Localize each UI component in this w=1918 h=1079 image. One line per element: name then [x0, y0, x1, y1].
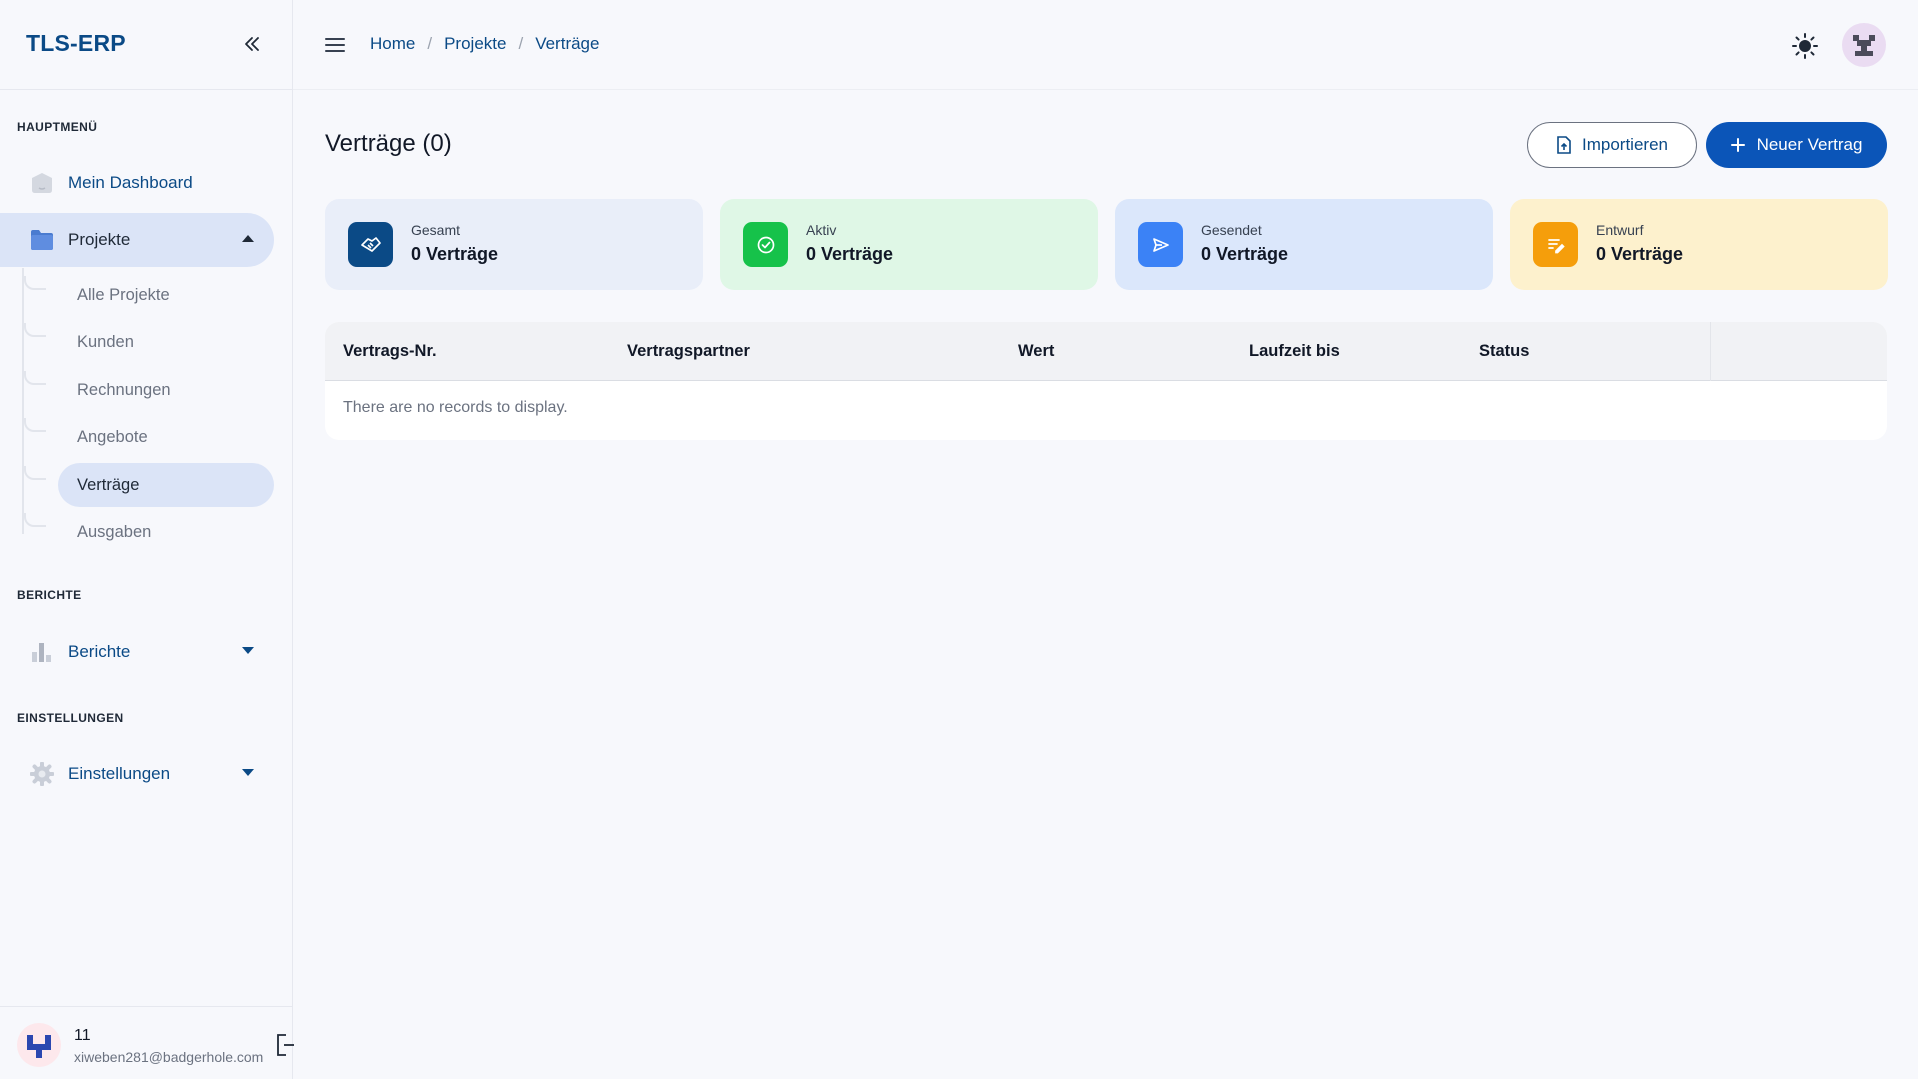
sidebar-subitem-alle-projekte[interactable]: Alle Projekte	[58, 273, 274, 317]
stat-card-entwurf: Entwurf 0 Verträge	[1510, 199, 1888, 290]
breadcrumb: Home / Projekte / Verträge	[370, 34, 599, 54]
sidebar-subitem-kunden[interactable]: Kunden	[58, 320, 274, 364]
contracts-table: Vertrags-Nr. Vertragspartner Wert Laufze…	[325, 322, 1887, 440]
folder-icon	[28, 226, 56, 254]
tree-line	[22, 268, 24, 534]
logout-button[interactable]	[276, 1033, 294, 1057]
avatar[interactable]	[17, 1023, 61, 1067]
plus-icon	[1730, 138, 1745, 152]
user-email: xiweben281@badgerhole.com	[74, 1049, 264, 1065]
section-title-einstellungen: EINSTELLUNGEN	[17, 711, 124, 725]
tree-branch	[24, 276, 46, 290]
stat-label: Gesendet	[1201, 222, 1262, 238]
stat-label: Aktiv	[806, 222, 837, 238]
stat-value: 0 Verträge	[806, 244, 894, 264]
check-circle-icon	[743, 222, 788, 267]
column-header-laufzeit-bis[interactable]: Laufzeit bis	[1249, 342, 1340, 361]
sidebar-item-dashboard[interactable]: Mein Dashboard	[0, 156, 274, 210]
chevron-down-icon	[242, 769, 254, 776]
table-header: Vertrags-Nr. Vertragspartner Wert Laufze…	[325, 322, 1887, 381]
avatar[interactable]	[1842, 23, 1886, 67]
sidebar-item-label: Einstellungen	[68, 764, 171, 783]
hamburger-icon	[325, 38, 345, 52]
logout-icon	[277, 1034, 294, 1056]
sidebar-item-label: Berichte	[68, 642, 131, 661]
sidebar-item-einstellungen[interactable]: Einstellungen	[0, 747, 274, 801]
tree-branch	[24, 418, 46, 432]
stat-value: 0 Verträge	[411, 244, 499, 264]
sidebar-item-berichte[interactable]: Berichte	[0, 625, 274, 679]
stat-value: 0 Verträge	[1596, 244, 1684, 264]
breadcrumb-home[interactable]: Home	[370, 34, 415, 54]
import-button-label: Importieren	[1582, 135, 1668, 154]
empty-table-message: There are no records to display.	[343, 399, 568, 416]
column-header-status[interactable]: Status	[1479, 342, 1529, 361]
sun-icon	[1792, 33, 1818, 59]
sidebar-header: TLS-ERP	[0, 0, 292, 90]
sidebar-subitem-vertraege[interactable]: Verträge	[58, 463, 274, 507]
home-icon	[28, 169, 56, 197]
section-title-berichte: BERICHTE	[17, 588, 82, 602]
file-upload-icon	[1557, 136, 1571, 154]
column-header-wert[interactable]: Wert	[1018, 342, 1054, 361]
tree-branch	[24, 323, 46, 337]
handshake-icon	[348, 222, 393, 267]
menu-button[interactable]	[323, 33, 347, 57]
tree-branch	[24, 466, 46, 480]
theme-toggle-button[interactable]	[1791, 32, 1819, 60]
sidebar-item-projekte[interactable]: Projekte	[0, 213, 274, 267]
bar-chart-icon	[28, 638, 56, 666]
breadcrumb-separator: /	[427, 34, 433, 53]
new-contract-button[interactable]: Neuer Vertrag	[1706, 122, 1887, 168]
stat-label: Entwurf	[1596, 222, 1644, 238]
sidebar-subitem-angebote[interactable]: Angebote	[58, 415, 274, 459]
user-name: 11	[74, 1027, 91, 1044]
column-divider	[1710, 322, 1711, 381]
column-header-vertrags-nr[interactable]: Vertrags-Nr.	[343, 342, 437, 361]
sidebar-subitem-ausgaben[interactable]: Ausgaben	[58, 510, 274, 554]
page-title: Verträge (0)	[325, 130, 452, 157]
sidebar-item-label: Mein Dashboard	[68, 173, 193, 192]
user-profile: 11 xiweben281@badgerhole.com	[0, 1006, 294, 1079]
tree-branch	[24, 371, 46, 385]
brand-logo[interactable]: TLS-ERP	[26, 30, 126, 57]
sidebar: TLS-ERP HAUPTMENÜ Mein Dashboard Projekt…	[0, 0, 294, 1079]
chevron-down-icon	[242, 647, 254, 654]
stat-value: 0 Verträge	[1201, 244, 1289, 264]
sidebar-item-label: Projekte	[68, 230, 131, 249]
chevron-up-icon	[242, 235, 254, 242]
gear-icon	[28, 760, 56, 788]
new-contract-button-label: Neuer Vertrag	[1756, 135, 1863, 154]
column-header-vertragspartner[interactable]: Vertragspartner	[627, 342, 750, 361]
double-chevron-left-icon	[245, 37, 259, 51]
section-title-hauptmenue: HAUPTMENÜ	[17, 120, 98, 134]
stat-label: Gesamt	[411, 222, 461, 238]
stat-card-gesendet: Gesendet 0 Verträge	[1115, 199, 1493, 290]
tree-branch	[24, 513, 46, 527]
stat-card-aktiv: Aktiv 0 Verträge	[720, 199, 1098, 290]
stat-card-gesamt: Gesamt 0 Verträge	[325, 199, 703, 290]
breadcrumb-projekte[interactable]: Projekte	[444, 34, 506, 54]
import-button[interactable]: Importieren	[1527, 122, 1697, 168]
sidebar-subitem-rechnungen[interactable]: Rechnungen	[58, 368, 274, 412]
edit-note-icon	[1533, 222, 1578, 267]
topbar: Home / Projekte / Verträge	[293, 0, 1918, 90]
breadcrumb-separator: /	[518, 34, 524, 53]
breadcrumb-vertraege[interactable]: Verträge	[535, 34, 599, 54]
send-icon	[1138, 222, 1183, 267]
collapse-sidebar-button[interactable]	[238, 30, 266, 58]
